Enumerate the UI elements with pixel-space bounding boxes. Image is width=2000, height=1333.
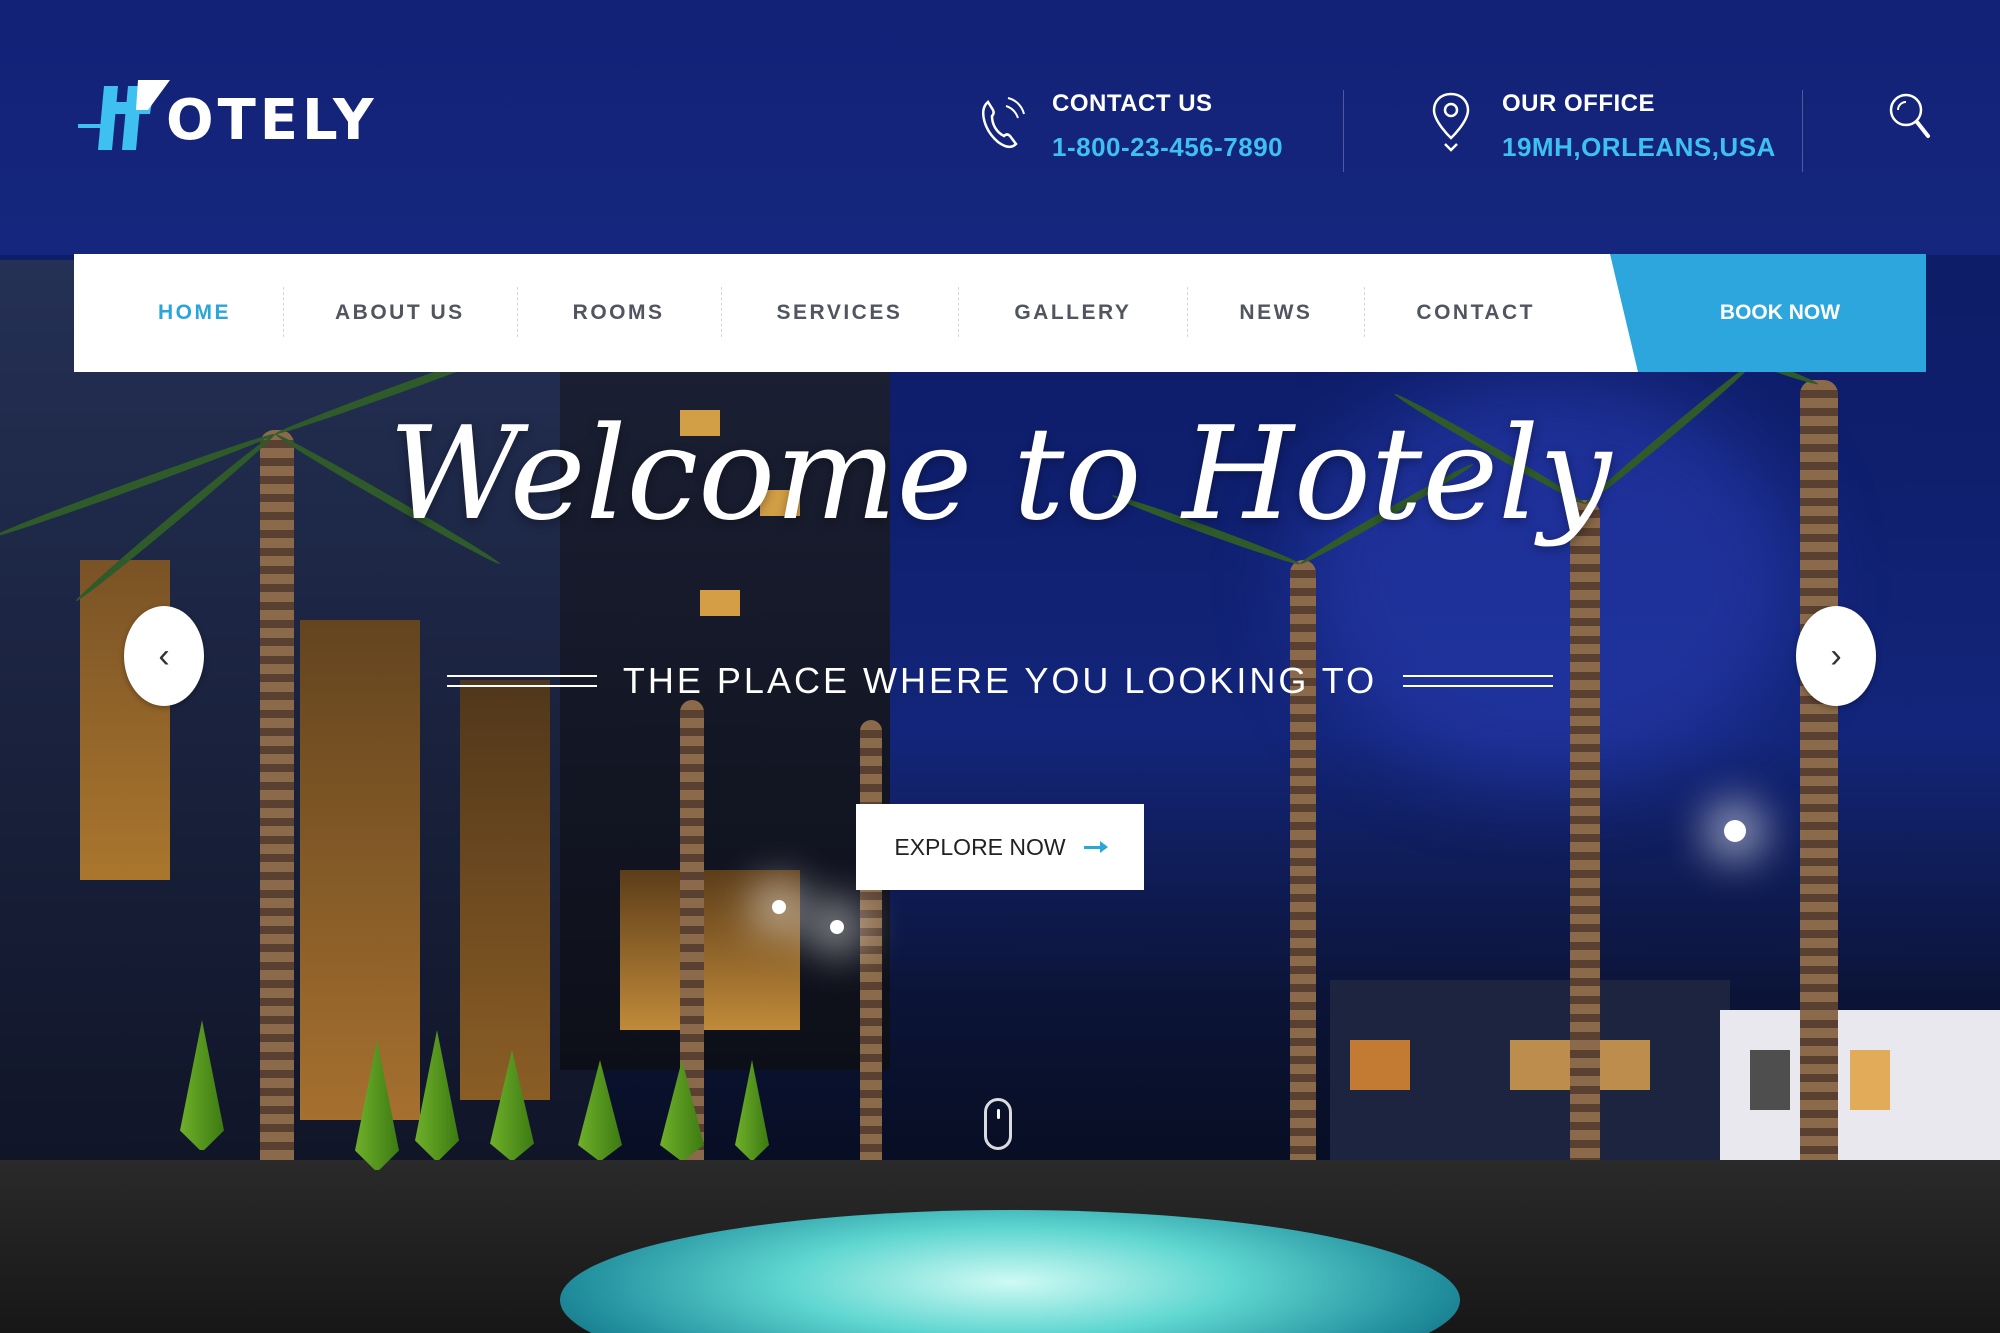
nav-contact[interactable]: CONTACT [1364,287,1587,337]
logo-mark-icon [78,79,170,152]
map-pin-icon [1426,90,1476,154]
scroll-mouse-icon[interactable] [984,1098,1012,1150]
nav-home[interactable]: HOME [74,301,283,325]
nav-gallery[interactable]: GALLERY [958,287,1187,337]
office-label: OUR OFFICE [1502,90,1655,117]
contact-label: CONTACT US [1052,90,1213,117]
tagline-line-left [446,675,597,687]
hero-tagline: THE PLACE WHERE YOU LOOKING TO [622,660,1378,701]
search-icon[interactable] [1886,90,1932,142]
main-navigation: HOME ABOUT US ROOMS SERVICES GALLERY NEW… [74,254,1644,372]
chevron-left-icon: ‹ [158,636,170,675]
explore-now-button[interactable]: EXPLORE NOW [856,804,1144,890]
hero-tagline-row: THE PLACE WHERE YOU LOOKING TO [0,660,2000,702]
explore-now-label: EXPLORE NOW [894,833,1066,860]
divider [1802,90,1803,172]
office-info: OUR OFFICE 19MH,ORLEANS,USA [1426,90,1776,163]
tagline-line-right [1403,675,1554,687]
phone-icon [976,90,1026,154]
nav-rooms[interactable]: ROOMS [516,287,721,337]
divider [1343,90,1344,172]
hero-title: Welcome to Hotely [388,400,1612,549]
contact-info: CONTACT US 1-800-23-456-7890 [976,90,1283,163]
book-now-button[interactable]: BOOK NOW [1610,254,1926,372]
nav-about-us[interactable]: ABOUT US [283,287,517,337]
slider-next-button[interactable]: › [1796,606,1876,706]
chevron-right-icon: › [1830,636,1842,675]
nav-news[interactable]: NEWS [1187,287,1364,337]
contact-phone[interactable]: 1-800-23-456-7890 [1052,132,1283,163]
office-address: 19MH,ORLEANS,USA [1502,132,1776,162]
logo-text: OTELY [166,88,378,153]
arrow-right-icon [1083,840,1108,853]
nav-services[interactable]: SERVICES [720,287,959,337]
logo[interactable]: OTELY [78,78,378,153]
slider-prev-button[interactable]: ‹ [124,606,204,706]
